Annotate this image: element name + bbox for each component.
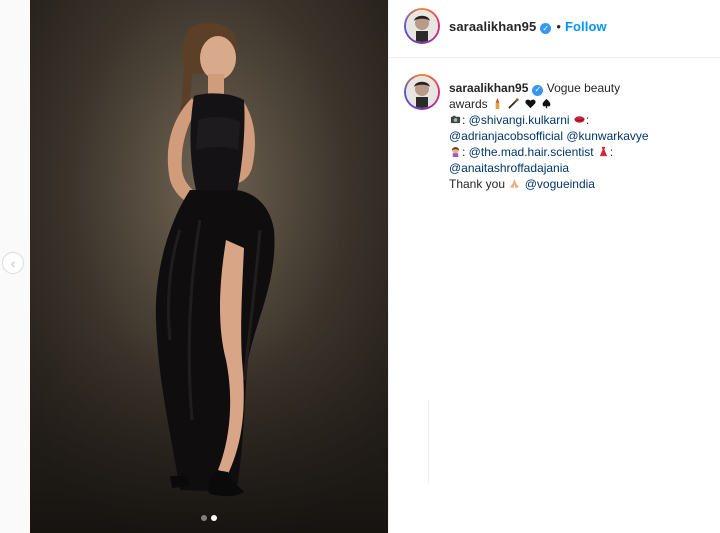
brush-emoji-icon [508,98,520,109]
carousel-indicator [30,515,388,521]
spade-emoji-icon [542,98,551,109]
lipstick-emoji-icon [495,98,500,109]
verified-badge-icon: ✓ [540,23,552,34]
caption-line-7: Thank you @vogueindia [449,176,711,192]
haircut-emoji-icon [451,147,460,157]
black-heart-emoji-icon [525,99,536,109]
post-sidebar: saraalikhan95 ✓ • Follow saraalikhan95 ✓ Vog… [388,0,720,533]
caption-username[interactable]: saraalikhan95 [449,81,528,95]
header-username[interactable]: saraalikhan95 [449,19,536,34]
carousel-dot-2-active [211,515,217,521]
carousel-prev-button[interactable]: ‹ [2,252,24,274]
caption-line-4: @adrianjacobsofficial @kunwarkavye [449,128,711,144]
avatar-image [406,10,438,42]
follow-button[interactable]: Follow [565,19,607,34]
caption-text-1: Vogue beauty [546,81,621,95]
caption-avatar[interactable] [404,74,440,110]
post-media[interactable] [30,0,388,533]
caption-line-3: : @shivangi.kulkarni : [449,112,711,128]
avatar-photo-icon [406,10,438,42]
post-card: saraalikhan95 ✓ • Follow saraalikhan95 ✓ Vog… [30,0,720,533]
divider [428,400,429,484]
header-separator: • [556,19,561,34]
mention-adrian[interactable]: @adrianjacobsofficial [449,129,563,143]
verified-badge-icon: ✓ [532,84,544,96]
header-avatar[interactable] [404,8,440,44]
folded-hands-emoji-icon [510,178,520,189]
camera-emoji-icon [450,115,461,124]
caption-thanks: Thank you [449,177,506,191]
lips-emoji-icon [574,116,585,123]
post-header: saraalikhan95 ✓ • Follow [389,0,720,58]
carousel-dot-1 [201,515,207,521]
chevron-left-icon: ‹ [10,255,16,271]
header-username-row: saraalikhan95 ✓ • Follow [449,19,607,34]
avatar-photo-icon [406,76,438,108]
mention-vogueindia[interactable]: @vogueindia [525,177,595,191]
mention-anaita[interactable]: @anaitashroffadajania [449,161,569,175]
mention-hair-scientist[interactable]: @the.mad.hair.scientist [469,145,594,159]
caption-line-1: saraalikhan95 ✓ Vogue beauty [449,80,711,96]
caption-line-5: : @the.mad.hair.scientist : [449,144,711,160]
post-photo [30,0,388,533]
caption-line-6: @anaitashroffadajania [449,160,711,176]
mention-shivangi[interactable]: @shivangi.kulkarni [469,113,570,127]
dress-emoji-icon [599,146,608,157]
caption-colon-5: : [609,145,614,159]
caption-text-2: awards [449,97,488,111]
caption-line-2: awards [449,96,711,112]
post-caption: saraalikhan95 ✓ Vogue beauty awards : @sh… [449,80,711,192]
caption-avatar-image [406,76,438,108]
caption-colon-3: : [585,113,590,127]
mention-kunwar[interactable]: @kunwarkavye [566,129,648,143]
